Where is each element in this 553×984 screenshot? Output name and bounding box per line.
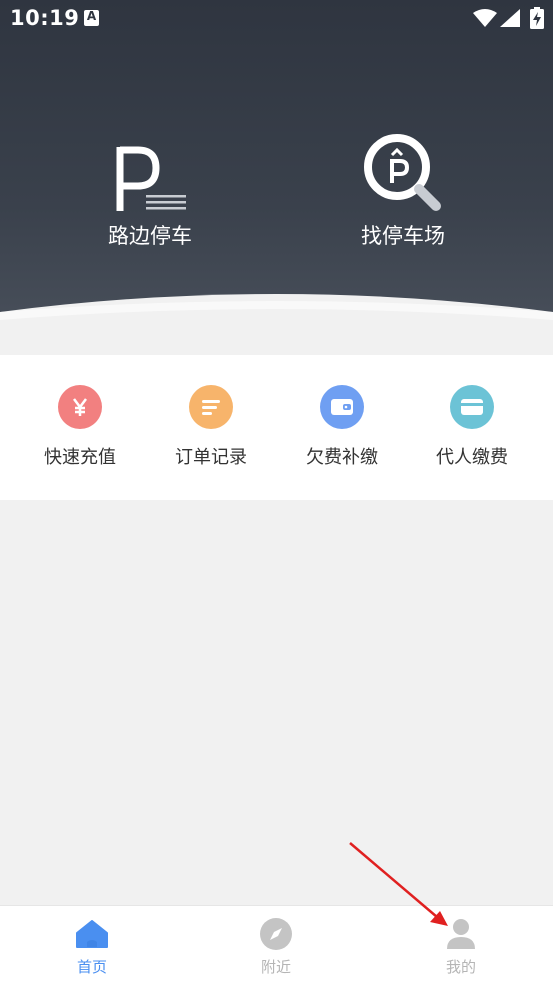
pay-for-others-button[interactable]: 代人缴费 [417, 385, 527, 469]
status-time: 10:19 [10, 6, 80, 30]
tab-nearby-label: 附近 [260, 958, 291, 976]
tab-mine[interactable]: 我的 [411, 916, 511, 977]
yen-icon [58, 385, 102, 429]
bottom-tab-bar: 首页 附近 我的 [0, 905, 553, 984]
header-wave [0, 294, 553, 345]
find-parking-lot-icon [364, 134, 441, 211]
arrears-payment-button[interactable]: 欠费补缴 [287, 385, 397, 469]
person-icon [447, 919, 475, 949]
wifi-icon [473, 9, 497, 27]
order-records-button[interactable]: 订单记录 [156, 385, 266, 469]
roadside-parking-icon [116, 146, 186, 211]
battery-charging-icon [530, 7, 544, 29]
arrears-payment-label: 欠费补缴 [306, 447, 378, 468]
quick-recharge-label: 快速充值 [44, 447, 116, 468]
wallet-icon [320, 385, 364, 429]
order-records-label: 订单记录 [175, 447, 247, 468]
quick-actions-panel: 快速充值 订单记录 欠费补缴 代人缴费 [0, 355, 553, 500]
tab-home-label: 首页 [76, 958, 107, 976]
header-banner: 10:19 A 路边停车 找停车场 [0, 0, 553, 345]
find-parking-lot-button[interactable]: 找停车场 [323, 130, 483, 250]
roadside-parking-button[interactable]: 路边停车 [70, 130, 230, 250]
signal-icon [500, 9, 520, 27]
notification-a-icon: A [84, 9, 99, 26]
home-icon [76, 920, 108, 948]
find-parking-lot-label: 找停车场 [361, 224, 445, 248]
pay-for-others-label: 代人缴费 [436, 447, 508, 468]
tab-home[interactable]: 首页 [42, 916, 142, 977]
quick-recharge-button[interactable]: 快速充值 [25, 385, 135, 469]
tab-mine-label: 我的 [445, 958, 476, 976]
list-icon [189, 385, 233, 429]
roadside-parking-label: 路边停车 [108, 224, 192, 248]
card-icon [450, 385, 494, 429]
status-bar: 10:19 A [0, 0, 553, 38]
tab-nearby[interactable]: 附近 [226, 916, 326, 977]
compass-icon [260, 918, 292, 950]
